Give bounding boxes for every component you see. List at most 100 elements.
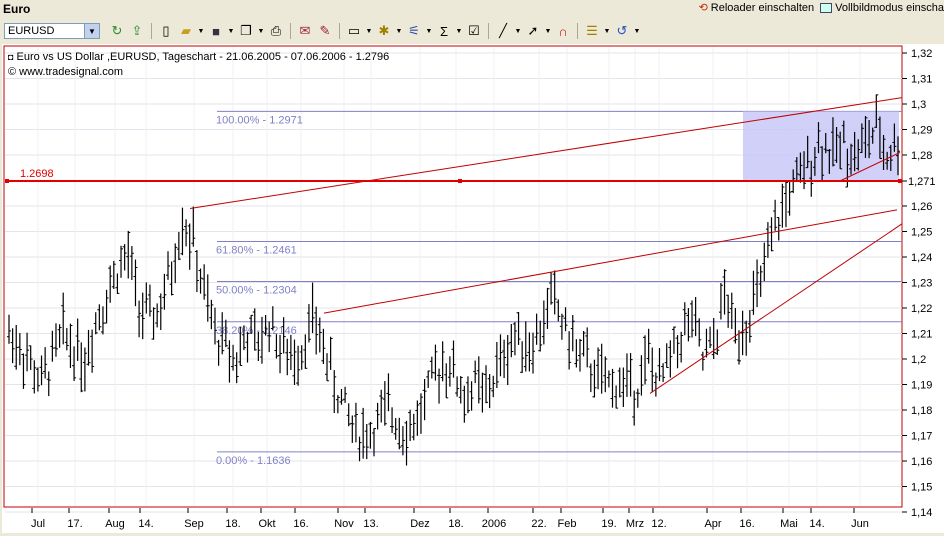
x-tick-label: Feb <box>558 518 577 530</box>
main-toolbar: EURUSD ▼ ↻ ⇪ ▯ ▰ ▼ ■ ▼ ❐ ▼ ⎙ ✉ ✎ ▭ ▼ ✱ ▼ ⚟ ▼ Σ… <box>0 20 944 42</box>
x-tick-label: Mai <box>780 518 798 530</box>
notes-icon[interactable]: ☰ <box>583 22 601 40</box>
title-bar: Euro ⟲ Reloader einschalten Vollbildmodu… <box>0 0 944 18</box>
legend-marker-icon: ◘ <box>8 52 14 62</box>
sum-icon[interactable]: Σ <box>435 22 453 40</box>
y-tick-label: 1,18 <box>911 405 932 417</box>
indicator-icon[interactable]: ✱ <box>375 22 393 40</box>
x-tick-label: 18. <box>448 518 463 530</box>
y-tick-label: 1,31 <box>911 74 932 86</box>
chevron-down-icon[interactable]: ▼ <box>544 28 552 35</box>
x-tick-label: Jul <box>31 518 45 530</box>
toolbar-divider <box>290 23 291 39</box>
chart-edit-icon[interactable]: ✎ <box>316 22 334 40</box>
y-tick-label: 1,2 <box>911 354 926 366</box>
fib-label: 38.20% - 1.2146 <box>216 325 297 337</box>
x-tick-label: 16. <box>739 518 754 530</box>
draw-tools-icon[interactable]: ⚟ <box>405 22 423 40</box>
new-document-icon[interactable]: ▯ <box>157 22 175 40</box>
x-tick-label: 18. <box>225 518 240 530</box>
toolbar-divider <box>339 23 340 39</box>
fib-label: 100.00% - 1.2971 <box>216 114 303 126</box>
y-tick-label: 1,19 <box>911 380 932 392</box>
x-tick-label: Dez <box>410 518 430 530</box>
chevron-down-icon[interactable]: ▼ <box>395 28 403 35</box>
x-tick-label: Mrz <box>626 518 644 530</box>
legend-title-text: Euro vs US Dollar ,EURUSD, Tageschart - … <box>16 51 390 63</box>
chart-legend: ◘ Euro vs US Dollar ,EURUSD, Tageschart … <box>8 50 389 80</box>
chevron-down-icon[interactable]: ▼ <box>455 28 463 35</box>
y-tick-label: 1,22 <box>911 303 932 315</box>
reloader-button[interactable]: ⟲ Reloader einschalten <box>698 1 815 15</box>
toolbar-divider <box>577 23 578 39</box>
y-tick-label: 1,14 <box>911 507 932 519</box>
y-tick-label: 1,21 <box>911 329 932 341</box>
chevron-down-icon[interactable]: ▼ <box>257 28 265 35</box>
x-tick-label: 17. <box>67 518 82 530</box>
y-tick-label: 1,17 <box>911 431 932 443</box>
fib-label: 61.80% - 1.2461 <box>216 244 297 256</box>
x-tick-label: Jun <box>851 518 869 530</box>
magnet-icon[interactable]: ∩ <box>554 22 572 40</box>
legend-title: ◘ Euro vs US Dollar ,EURUSD, Tageschart … <box>8 50 389 65</box>
legend-copyright: © www.tradesignal.com <box>8 66 124 78</box>
toolbar-divider <box>151 23 152 39</box>
reload-icon: ⟲ <box>698 2 708 14</box>
y-tick-label: 1,29 <box>911 125 932 137</box>
window-title: Euro <box>3 2 31 16</box>
fib-label: 0.00% - 1.1636 <box>216 455 291 467</box>
support-line-label: 1.2698 <box>20 168 54 180</box>
line-handle <box>458 179 462 184</box>
toolbar-divider <box>488 23 489 39</box>
x-tick-label: Aug <box>105 518 125 530</box>
y-tick-label: 1,15 <box>911 482 932 494</box>
symbol-value: EURUSD <box>8 25 55 37</box>
chevron-down-icon[interactable]: ▼ <box>365 28 373 35</box>
x-tick-label: 2006 <box>482 518 506 530</box>
x-tick-label: 14. <box>138 518 153 530</box>
open-folder-icon[interactable]: ▰ <box>177 22 195 40</box>
chart-area[interactable]: 100.00% - 1.2971 61.80% - 1.2461 50.00% - … <box>2 44 944 533</box>
line-handle <box>5 179 9 184</box>
price-chart[interactable]: 100.00% - 1.2971 61.80% - 1.2461 50.00% - … <box>2 44 944 533</box>
highlight-zone <box>743 111 899 182</box>
fullscreen-button[interactable]: Vollbildmodus einscha <box>820 2 944 14</box>
pointer-icon[interactable]: ➚ <box>524 22 542 40</box>
x-tick-label: Okt <box>258 518 275 530</box>
chevron-down-icon[interactable]: ▼ <box>514 28 522 35</box>
export-icon[interactable]: ⇪ <box>128 22 146 40</box>
x-tick-label: 22. <box>531 518 546 530</box>
y-tick-label: 1,16 <box>911 456 932 468</box>
x-tick-label: Sep <box>184 518 204 530</box>
refresh-icon[interactable]: ↻ <box>108 22 126 40</box>
y-tick-label: 1,25 <box>911 227 932 239</box>
x-tick-label: Apr <box>704 518 721 530</box>
fullscreen-label: Vollbildmodus einscha <box>835 1 944 14</box>
chevron-down-icon: ▼ <box>84 24 99 38</box>
chevron-down-icon[interactable]: ▼ <box>197 28 205 35</box>
chevron-down-icon[interactable]: ▼ <box>425 28 433 35</box>
reload-circle-icon[interactable]: ↺ <box>613 22 631 40</box>
y-tick-label: 1,24 <box>911 252 932 264</box>
print-icon[interactable]: ⎙ <box>267 22 285 40</box>
line-tool-icon[interactable]: ╱ <box>494 22 512 40</box>
symbol-dropdown[interactable]: EURUSD ▼ <box>4 23 100 39</box>
chevron-down-icon[interactable]: ▼ <box>227 28 235 35</box>
fullscreen-icon <box>820 2 833 13</box>
fib-label: 50.00% - 1.2304 <box>216 284 297 296</box>
chevron-down-icon[interactable]: ▼ <box>603 28 611 35</box>
chevron-down-icon[interactable]: ▼ <box>633 28 641 35</box>
y-tick-label: 1,23 <box>911 278 932 290</box>
properties-icon[interactable]: ☑ <box>465 22 483 40</box>
y-tick-label: 1,3 <box>911 99 926 111</box>
x-tick-label: 14. <box>809 518 824 530</box>
copy-icon[interactable]: ❐ <box>237 22 255 40</box>
x-tick-label: 16. <box>293 518 308 530</box>
y-tick-label: 1,28 <box>911 150 932 162</box>
reloader-label: Reloader einschalten <box>710 1 815 14</box>
chart-mail-icon[interactable]: ✉ <box>296 22 314 40</box>
x-tick-label: 13. <box>363 518 378 530</box>
price-line-axis-label: 1,271 <box>908 176 936 188</box>
save-icon[interactable]: ■ <box>207 22 225 40</box>
chart-layout-icon[interactable]: ▭ <box>345 22 363 40</box>
